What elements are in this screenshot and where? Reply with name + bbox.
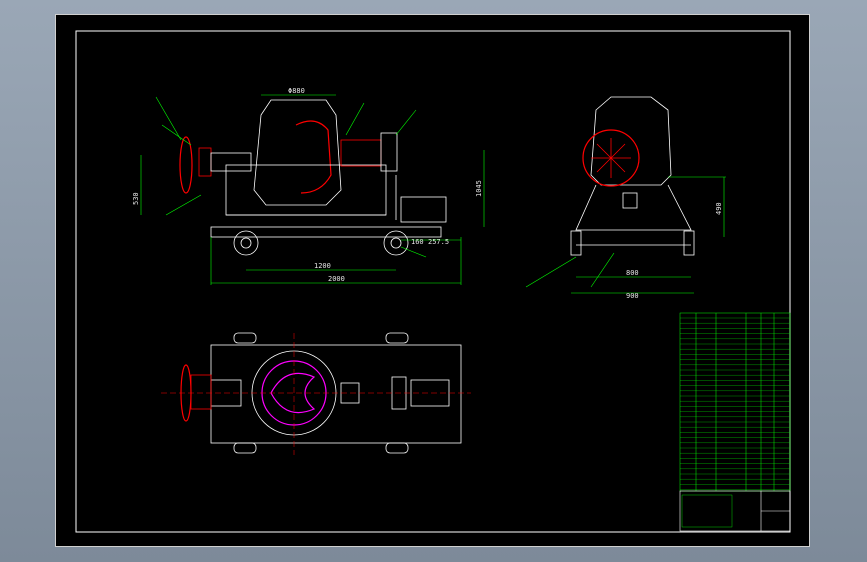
motor xyxy=(400,196,447,223)
drum xyxy=(253,99,342,206)
wheel-right xyxy=(383,230,409,256)
parts-list xyxy=(679,312,791,492)
inner-frame xyxy=(75,30,791,533)
leader-side-1 xyxy=(525,256,577,288)
support-frame xyxy=(225,164,387,216)
wheel-left-hub xyxy=(240,237,252,249)
side-wheel-left xyxy=(570,230,582,256)
front-view xyxy=(179,99,447,256)
parts-list-rows xyxy=(680,317,790,490)
base-platform xyxy=(210,226,442,238)
leader-4 xyxy=(345,102,365,136)
dim-track-outer: 900 xyxy=(626,292,639,300)
leader-6 xyxy=(400,246,427,258)
drawing-sheet: Φ880 530 1045 160 257.5 1200 2000 490 80… xyxy=(55,14,810,547)
dim-height: 530 xyxy=(132,192,140,205)
handwheel xyxy=(179,136,193,194)
cad-drawing: Φ880 530 1045 160 257.5 1200 2000 490 80… xyxy=(75,30,791,533)
leader-side-2 xyxy=(590,252,615,288)
side-view xyxy=(570,96,695,256)
shaft-left xyxy=(210,152,252,172)
top-wheel-1 xyxy=(233,332,257,344)
side-drum xyxy=(590,96,672,186)
leader-2 xyxy=(161,124,192,146)
title-block xyxy=(679,490,791,532)
leader-1 xyxy=(155,96,182,141)
dim-overall-length: 2000 xyxy=(328,275,345,283)
side-wheel-right xyxy=(683,230,695,256)
dim-drum-width: Φ880 xyxy=(288,87,305,95)
front-view-dimensions xyxy=(140,94,485,285)
side-stand xyxy=(575,184,692,231)
dim-track-inner: 800 xyxy=(626,269,639,277)
dim-offset-b: 257.5 xyxy=(428,238,449,246)
top-wheel-4 xyxy=(385,442,409,454)
side-bracket xyxy=(622,192,638,209)
top-view-centerlines xyxy=(161,333,471,455)
leader-5 xyxy=(395,109,417,136)
parts-list-frame xyxy=(679,312,791,492)
top-wheel-3 xyxy=(385,332,409,344)
dim-side-height: 490 xyxy=(715,202,723,215)
leader-3 xyxy=(165,194,202,216)
dim-offset-a: 160 xyxy=(411,238,424,246)
wheel-right-hub xyxy=(390,237,402,249)
title-block-grid xyxy=(681,494,733,528)
gearbox-right xyxy=(340,139,382,167)
top-wheel-2 xyxy=(233,442,257,454)
drum-inner-highlight xyxy=(295,120,332,194)
wheel-left xyxy=(233,230,259,256)
top-gear-left xyxy=(190,374,212,410)
dim-wheel-base: 1200 xyxy=(314,262,331,270)
dim-motor-height: 1045 xyxy=(475,180,483,197)
gear-housing-left xyxy=(198,147,212,177)
